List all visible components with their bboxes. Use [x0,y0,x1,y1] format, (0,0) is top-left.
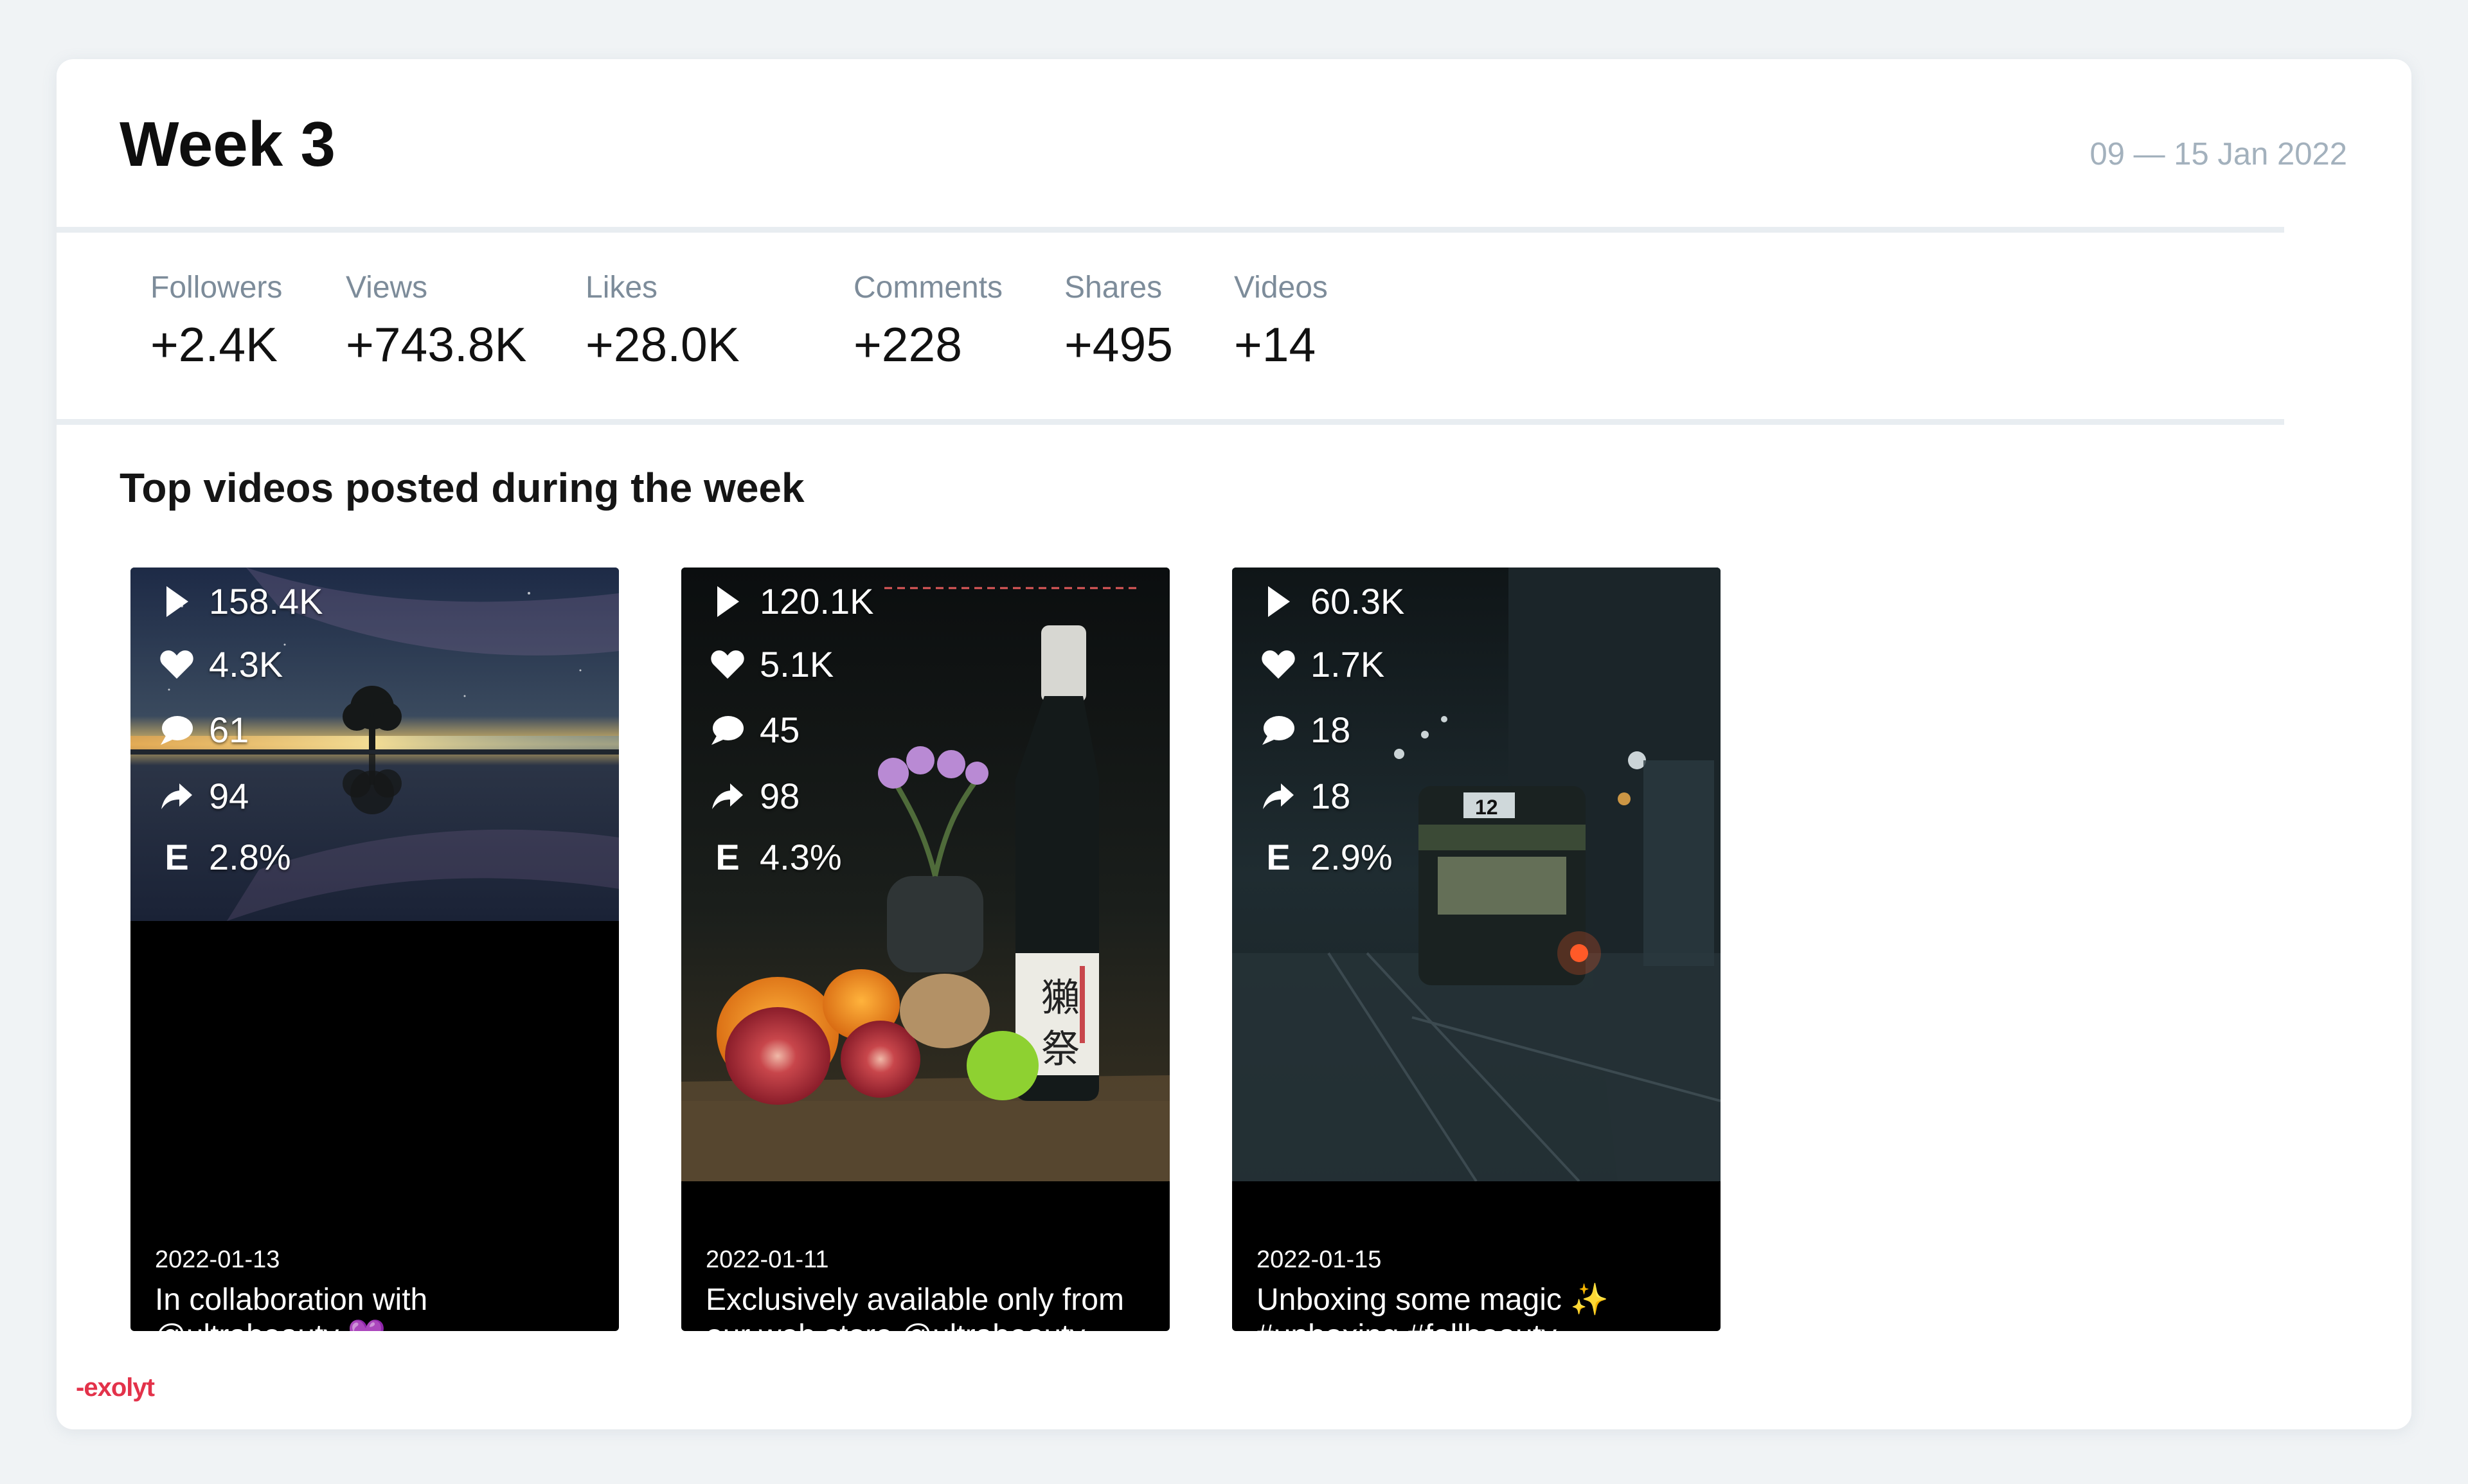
stat-value: +28.0K [586,317,740,371]
engagement-label: E [1266,837,1291,877]
views-metric: 120.1K [710,580,874,622]
video-caption: Exclusively available only from our web … [706,1283,1124,1331]
engagement-label: E [715,837,740,877]
stat-label: Views [346,271,428,305]
play-icon [710,584,746,620]
comments-value: 45 [760,710,800,750]
views-metric: 158.4K [159,580,323,622]
stat-videos: Videos +14 [1234,270,1328,372]
shares-value: 18 [1310,776,1351,816]
stat-value: +743.8K [346,317,527,371]
stat-value: +495 [1064,317,1173,371]
shares-value: 98 [760,776,800,816]
video-card[interactable]: 158.4K 4.3K 61 94 E 2.8% 2022-01-13 In c… [130,568,619,1331]
engagement-metric: E 2.8% [159,836,291,878]
comments-metric: 18 [1260,709,1350,751]
stat-value: +14 [1234,317,1316,371]
video-date: 2022-01-13 [155,1246,280,1273]
stat-comments: Comments +228 [854,270,1003,372]
comment-icon [159,712,195,748]
views-value: 120.1K [760,581,874,621]
stat-label: Shares [1064,271,1163,305]
likes-value: 4.3K [209,644,283,684]
engagement-metric: E 2.9% [1260,836,1393,878]
comments-value: 61 [209,710,249,750]
shares-metric: 98 [710,775,800,817]
stat-label: Followers [150,271,283,305]
comments-metric: 61 [159,709,249,751]
engagement-value: 4.3% [760,837,842,877]
stat-shares: Shares +495 [1064,270,1173,372]
stat-label: Likes [586,271,658,305]
comment-icon [710,712,746,748]
video-card[interactable]: 獺 祭 120.1K 5.1K 45 98 E 4.3% 2022-01-11 … [681,568,1170,1331]
tram: 12 [1418,786,1601,985]
views-metric: 60.3K [1260,580,1404,622]
heart-icon [1260,647,1296,683]
svg-text:獺: 獺 [1041,976,1080,1021]
shares-metric: 18 [1260,775,1350,817]
video-card[interactable]: 12 60.3K 1.7K 18 18 E 2.9% 2022-01-15 Un… [1232,568,1721,1331]
heart-icon [710,647,746,683]
stat-label: Comments [854,271,1003,305]
stat-value: +2.4K [150,317,278,371]
comments-metric: 45 [710,709,800,751]
divider [57,419,2284,425]
engagement-label: E [165,837,189,877]
stat-likes: Likes +28.0K [586,270,740,372]
page-title: Week 3 [120,109,335,179]
engagement-value: 2.9% [1310,837,1393,877]
likes-metric: 4.3K [159,643,283,685]
divider [57,227,2284,233]
likes-value: 5.1K [760,644,834,684]
video-date: 2022-01-11 [706,1246,829,1273]
video-caption: Unboxing some magic ✨ #unboxing #fallbea… [1256,1283,1609,1331]
stat-views: Views +743.8K [346,270,527,372]
likes-metric: 5.1K [710,643,834,685]
engagement-value: 2.8% [209,837,291,877]
heart-icon [159,647,195,683]
svg-text:祭: 祭 [1041,1027,1080,1072]
share-icon [159,778,195,814]
shares-metric: 94 [159,775,249,817]
stat-value: +228 [854,317,962,371]
weekly-report-card: Week 3 09 — 15 Jan 2022 Followers +2.4K … [57,59,2411,1429]
engagement-metric: E 4.3% [710,836,842,878]
comment-icon [1260,712,1296,748]
shares-value: 94 [209,776,249,816]
likes-metric: 1.7K [1260,643,1384,685]
play-icon [1260,584,1296,620]
comments-value: 18 [1310,710,1351,750]
exolyt-logo: -exolyt [76,1373,155,1402]
video-caption: In collaboration with @ultrabeauty 💜 [155,1283,428,1331]
play-icon [159,584,195,620]
stat-label: Videos [1234,271,1328,305]
views-value: 158.4K [209,581,323,621]
date-range: 09 — 15 Jan 2022 [2089,137,2347,172]
stat-followers: Followers +2.4K [150,270,282,372]
share-icon [710,778,746,814]
video-date: 2022-01-15 [1256,1246,1382,1273]
svg-text:12: 12 [1475,796,1498,819]
views-value: 60.3K [1310,581,1405,621]
section-title: Top videos posted during the week [120,465,805,511]
share-icon [1260,778,1296,814]
likes-value: 1.7K [1310,644,1385,684]
